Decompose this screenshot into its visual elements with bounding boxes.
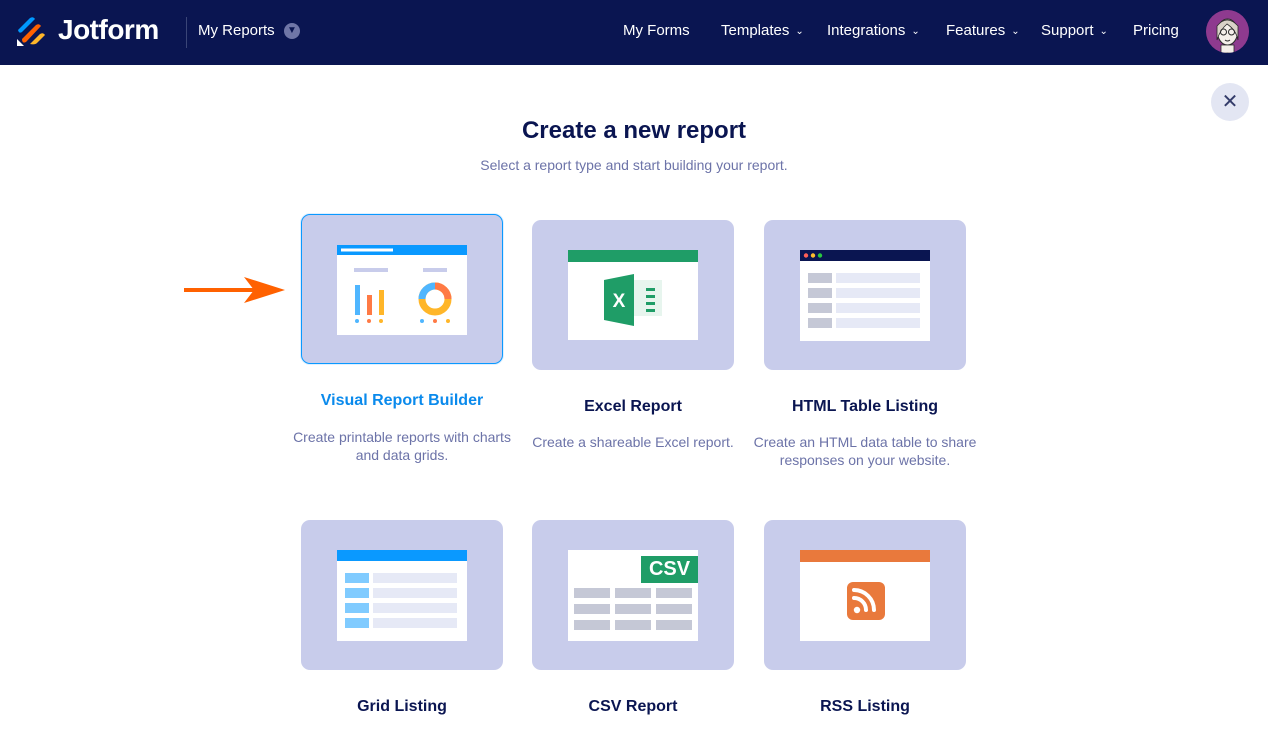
chevron-down-icon: ⌄ (1099, 26, 1108, 37)
card-title[interactable]: Grid Listing (286, 698, 518, 716)
avatar-portrait-icon (1206, 10, 1249, 53)
report-card-visual-report-builder[interactable] (301, 214, 503, 364)
nav-label: Pricing (1133, 22, 1179, 39)
top-navigation-bar: Jotform My Reports ▼ My Forms Templates ⌄… (0, 0, 1268, 65)
report-card-html-table-listing[interactable] (764, 220, 966, 370)
page-subtitle: Select a report type and start building … (480, 157, 788, 173)
report-card-csv-report[interactable]: CSV (532, 520, 734, 670)
chevron-down-icon: ⌄ (795, 26, 804, 37)
nav-label: Features (946, 22, 1006, 39)
visual-report-illustration (337, 245, 467, 335)
page-title: Create a new report (521, 117, 747, 144)
grid-listing-illustration (337, 550, 467, 641)
brand-name[interactable]: Jotform (58, 14, 159, 46)
rss-illustration (800, 550, 930, 641)
nav-integrations[interactable]: Integrations ⌄ (827, 22, 920, 39)
close-button[interactable]: ✕ (1211, 83, 1249, 121)
nav-label: Templates (721, 22, 790, 39)
card-description: Create an HTML data table to share respo… (753, 434, 977, 468)
card-title[interactable]: Visual Report Builder (286, 392, 518, 410)
header-divider (186, 17, 187, 48)
card-title[interactable]: RSS Listing (749, 698, 981, 716)
section-switcher-label[interactable]: My Reports (198, 22, 275, 39)
chevron-down-icon: ⌄ (1011, 26, 1020, 37)
excel-illustration: X (568, 250, 698, 340)
report-card-excel-report[interactable]: X (532, 220, 734, 370)
card-description: Create a shareable Excel report. (532, 434, 734, 450)
nav-label: Integrations (827, 22, 906, 39)
csv-illustration: CSV (568, 550, 698, 641)
excel-icon: X (568, 250, 698, 326)
svg-text:X: X (613, 291, 626, 312)
csv-badge: CSV (648, 558, 691, 580)
nav-pricing[interactable]: Pricing (1133, 22, 1179, 39)
jotform-logo-icon[interactable] (16, 16, 48, 48)
rss-feed-icon (800, 550, 930, 620)
html-table-illustration (800, 250, 930, 341)
report-card-rss-listing[interactable] (764, 520, 966, 670)
nav-templates[interactable]: Templates ⌄ (721, 22, 804, 39)
nav-label: Support (1041, 22, 1094, 39)
nav-label: My Forms (623, 22, 690, 39)
card-title[interactable]: Excel Report (517, 398, 749, 416)
close-icon: ✕ (1221, 91, 1239, 113)
nav-support[interactable]: Support ⌄ (1041, 22, 1108, 39)
arrow-right-icon (184, 277, 285, 303)
card-title[interactable]: CSV Report (517, 698, 749, 716)
nav-features[interactable]: Features ⌄ (946, 22, 1020, 39)
grid-table-icon (337, 550, 467, 628)
card-description: Create printable reports with charts and… (293, 429, 511, 463)
chevron-down-icon: ⌄ (911, 26, 920, 37)
html-table-icon (800, 250, 930, 328)
chevron-down-icon[interactable]: ▼ (284, 23, 300, 39)
user-avatar[interactable] (1206, 10, 1249, 53)
card-title[interactable]: HTML Table Listing (749, 398, 981, 416)
report-card-grid-listing[interactable] (301, 520, 503, 670)
bar-and-donut-chart-icon (337, 245, 467, 323)
nav-my-forms[interactable]: My Forms (623, 22, 690, 39)
